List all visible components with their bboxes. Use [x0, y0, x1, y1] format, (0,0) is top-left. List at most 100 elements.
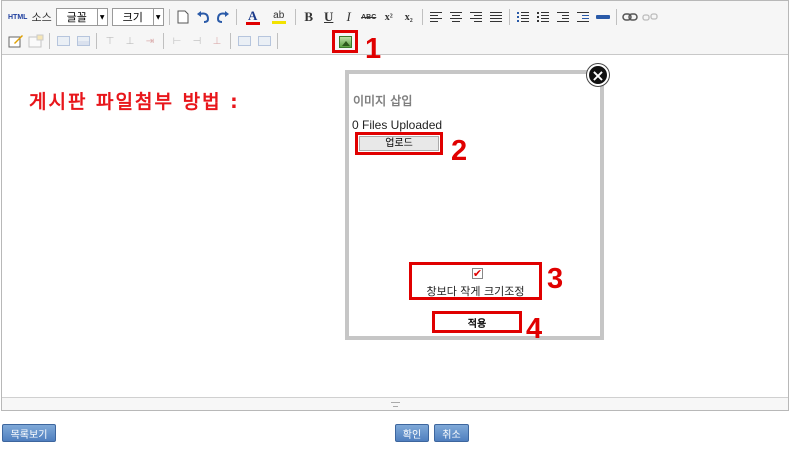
toolbar-row-2: ⊤ ⊥ ⇥ ⊢ ⊣ ⊥	[6, 30, 281, 52]
align-justify-button[interactable]	[486, 7, 506, 27]
image-icon	[338, 35, 352, 48]
bold-button[interactable]: B	[299, 7, 319, 27]
outdent-button[interactable]	[553, 7, 573, 27]
size-select-value: 크기	[122, 11, 143, 24]
align-center-icon	[449, 12, 462, 22]
highlight-color-button[interactable]: ab	[266, 7, 292, 27]
chevron-down-icon: ▼	[96, 9, 107, 25]
editor-toolbar: HTML 소스 글꼴 ▼ 크기 ▼ A ab B U I ABC x² x₂ ⊤…	[2, 1, 788, 55]
page-title: 게시판 파일첨부 방법 :	[29, 91, 240, 113]
toolbar-divider	[508, 9, 510, 25]
step-1-label: 1	[365, 33, 382, 65]
insert-row-icon: ⊤	[105, 35, 115, 47]
font-select[interactable]: 글꼴 ▼	[55, 8, 108, 26]
delete-row-button[interactable]: ⇥	[140, 31, 160, 51]
source-button[interactable]: 소스	[29, 7, 53, 27]
new-document-button[interactable]	[173, 7, 193, 27]
subscript-button[interactable]: x₂	[399, 7, 419, 27]
unordered-list-button[interactable]	[533, 7, 553, 27]
table-icon	[76, 36, 90, 46]
checkmark-icon: ✔	[472, 267, 483, 280]
edit-icon	[8, 35, 23, 48]
chevron-down-icon: ▼	[152, 9, 163, 25]
split-cells-button[interactable]	[254, 31, 274, 51]
undo-button[interactable]	[193, 7, 213, 27]
dialog-title: 이미지 삽입	[353, 94, 413, 108]
toolbar-divider	[294, 9, 296, 25]
outdent-icon	[556, 12, 569, 22]
toolbar-divider	[421, 9, 423, 25]
merge-cells-button[interactable]	[234, 31, 254, 51]
table-icon	[56, 36, 70, 46]
delete-column-icon: ⊥	[212, 35, 222, 47]
properties-icon	[28, 34, 44, 48]
new-page-icon	[177, 10, 189, 24]
resize-checkbox[interactable]: ✔	[472, 268, 483, 279]
insert-col-right-button[interactable]: ⊣	[187, 31, 207, 51]
highlight-icon: ab	[273, 10, 285, 21]
size-select[interactable]: 크기 ▼	[111, 8, 164, 26]
toolbar-divider	[168, 9, 170, 25]
properties-button[interactable]	[26, 31, 46, 51]
step-4-label: 4	[526, 313, 543, 345]
insert-column-icon: ⊣	[192, 35, 202, 47]
font-select-value: 글꼴	[66, 11, 87, 24]
ordered-list-button[interactable]	[513, 7, 533, 27]
resize-label: 창보다 작게 크기조정	[426, 285, 525, 298]
split-cells-icon	[257, 36, 271, 46]
strikethrough-button[interactable]: ABC	[359, 7, 379, 27]
cancel-button[interactable]: 취소	[434, 424, 469, 442]
align-left-button[interactable]	[426, 7, 446, 27]
align-left-icon	[429, 12, 442, 22]
indent-button[interactable]	[573, 7, 593, 27]
link-button[interactable]	[620, 7, 640, 27]
resize-option: ✔ 창보다 작게 크기조정	[409, 262, 542, 300]
align-center-button[interactable]	[446, 7, 466, 27]
step-3-label: 3	[547, 263, 564, 295]
close-icon[interactable]: ×	[587, 64, 609, 86]
edit-button[interactable]	[6, 31, 26, 51]
apply-highlight: 적용	[432, 311, 522, 333]
undo-icon	[196, 11, 209, 23]
horizontal-rule-button[interactable]	[593, 7, 613, 27]
align-right-icon	[469, 12, 482, 22]
align-justify-icon	[489, 12, 502, 22]
underline-button[interactable]: U	[319, 7, 339, 27]
list-view-button[interactable]: 목록보기	[2, 424, 56, 442]
toolbar-divider	[615, 9, 617, 25]
insert-row-below-button[interactable]: ⊥	[120, 31, 140, 51]
delete-col-button[interactable]: ⊥	[207, 31, 227, 51]
unlink-button[interactable]	[640, 7, 660, 27]
toolbar-divider	[163, 33, 164, 49]
insert-col-left-button[interactable]: ⊢	[167, 31, 187, 51]
insert-image-button[interactable]	[332, 30, 358, 53]
image-insert-dialog: 이미지 삽입 0 Files Uploaded 업로드 ✔ 창보다 작게 크기조…	[345, 70, 604, 340]
delete-row-icon: ⇥	[145, 35, 155, 47]
toolbar-divider	[277, 33, 278, 49]
insert-row-icon: ⊥	[125, 35, 135, 47]
resize-grip-icon	[390, 401, 400, 407]
upload-button[interactable]: 업로드	[359, 136, 439, 151]
apply-button[interactable]: 적용	[468, 315, 486, 330]
italic-button[interactable]: I	[339, 7, 359, 27]
confirm-button[interactable]: 확인	[395, 424, 429, 442]
editor-frame: HTML 소스 글꼴 ▼ 크기 ▼ A ab B U I ABC x² x₂ ⊤…	[1, 0, 789, 411]
link-icon	[621, 13, 638, 21]
html-mode-button[interactable]: HTML	[6, 7, 29, 27]
toolbar-divider	[49, 33, 50, 49]
merge-cells-icon	[237, 36, 251, 46]
redo-icon	[216, 11, 229, 23]
horizontal-rule-icon	[595, 15, 610, 19]
editor-resize-bar[interactable]	[2, 397, 788, 410]
align-right-button[interactable]	[466, 7, 486, 27]
ordered-list-icon	[516, 12, 529, 22]
table-properties-button[interactable]	[73, 31, 93, 51]
font-color-icon: A	[248, 7, 258, 23]
toolbar-divider	[230, 33, 231, 49]
insert-row-above-button[interactable]: ⊤	[100, 31, 120, 51]
superscript-button[interactable]: x²	[379, 7, 399, 27]
table-insert-button[interactable]	[53, 31, 73, 51]
redo-button[interactable]	[213, 7, 233, 27]
font-color-button[interactable]: A	[240, 7, 266, 27]
toolbar-divider	[235, 9, 237, 25]
